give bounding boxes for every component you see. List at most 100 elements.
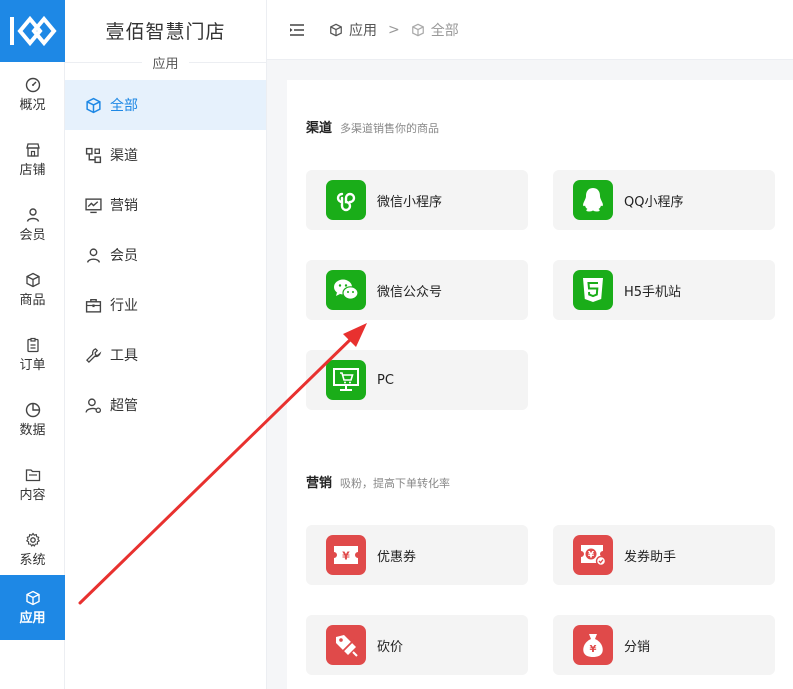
tile-h5-mobile-site[interactable]: H5手机站 (553, 260, 775, 320)
tile-label: 微信小程序 (377, 194, 443, 210)
panel-item-label: 全部 (110, 98, 138, 114)
tile-coupon-assistant[interactable]: ¥ 发券助手 (553, 525, 775, 585)
tile-wechat-mini-program[interactable]: 微信小程序 (306, 170, 528, 230)
tile-coupon[interactable]: ¥ 优惠券 (306, 525, 528, 585)
rail-item-data[interactable]: 数据 (0, 387, 65, 452)
panel-item-label: 超管 (110, 398, 138, 414)
rail-item-products[interactable]: 商品 (0, 257, 65, 322)
channel-icon (85, 147, 102, 163)
qq-icon (573, 180, 613, 220)
section-header-channel: 渠道 多渠道销售你的商品 (306, 117, 439, 136)
dashboard-icon (25, 77, 40, 92)
section-desc: 多渠道销售你的商品 (340, 122, 440, 135)
panel-item-label: 渠道 (110, 148, 138, 164)
panel-item-label: 行业 (110, 298, 138, 314)
coupon-send-icon: ¥ (573, 535, 613, 575)
primary-nav-rail: 概况 店铺 会员 商品 订单 数据 内容 系统 应用 (0, 0, 65, 689)
panel-item-all[interactable]: 全部 (65, 80, 266, 130)
admin-icon (85, 397, 102, 413)
pie-icon (25, 402, 40, 417)
rail-item-label: 店铺 (19, 162, 46, 178)
panel-item-members[interactable]: 会员 (65, 230, 266, 280)
tile-label: 优惠券 (377, 549, 417, 565)
panel-item-label: 会员 (110, 248, 138, 264)
tile-label: H5手机站 (624, 284, 682, 300)
bargain-icon (326, 625, 366, 665)
rail-item-label: 商品 (19, 292, 46, 308)
breadcrumb-root[interactable]: 应用 (349, 20, 377, 40)
panel-item-label: 工具 (110, 348, 138, 364)
secondary-nav-panel: 壹佰智慧门店 应用 全部 渠道 营销 会员 行业 工具 超管 (65, 0, 267, 689)
rail-item-store[interactable]: 店铺 (0, 127, 65, 192)
top-bar: 应用 > 全部 (267, 0, 793, 60)
app-logo[interactable] (0, 0, 65, 62)
panel-item-label: 营销 (110, 198, 138, 214)
breadcrumb: 应用 > 全部 (329, 20, 459, 40)
cube-icon (86, 97, 101, 113)
wechat-icon (326, 270, 366, 310)
tile-qq-mini-program[interactable]: QQ小程序 (553, 170, 775, 230)
rail-item-label: 订单 (19, 357, 46, 373)
tile-label: 发券助手 (624, 549, 677, 565)
rail-item-orders[interactable]: 订单 (0, 322, 65, 387)
panel-subtitle: 应用 (65, 44, 266, 80)
tile-label: 砍价 (377, 639, 404, 655)
tile-label: QQ小程序 (624, 194, 684, 210)
panel-item-marketing[interactable]: 营销 (65, 180, 266, 230)
tile-bargain[interactable]: 砍价 (306, 615, 528, 675)
gear-icon (25, 532, 40, 547)
html5-icon (573, 270, 613, 310)
coupon-icon: ¥ (326, 535, 366, 575)
rail-item-label: 系统 (19, 552, 46, 568)
tile-wechat-official-account[interactable]: 微信公众号 (306, 260, 528, 320)
svg-text:¥: ¥ (588, 551, 595, 561)
user-icon (86, 247, 101, 263)
panel-subtitle-text: 应用 (142, 52, 189, 72)
panel-item-tools[interactable]: 工具 (65, 330, 266, 380)
folder-icon (25, 468, 40, 481)
rail-item-overview[interactable]: 概况 (0, 62, 65, 127)
monitor-cart-icon (326, 360, 366, 400)
svg-text:¥: ¥ (342, 550, 350, 563)
rail-item-label: 概况 (19, 97, 46, 113)
svg-text:¥: ¥ (590, 644, 597, 655)
section-desc: 吸粉，提高下单转化率 (340, 477, 451, 490)
tile-distribution[interactable]: ¥ 分销 (553, 615, 775, 675)
tile-pc[interactable]: PC (306, 350, 528, 410)
breadcrumb-separator: > (388, 21, 400, 38)
cube-icon (25, 590, 40, 605)
tile-label: 分销 (624, 639, 651, 655)
rail-item-label: 会员 (19, 227, 46, 243)
breadcrumb-current: 全部 (430, 22, 459, 39)
briefcase-icon (85, 298, 102, 313)
rail-item-label: 应用 (19, 610, 46, 626)
user-icon (26, 207, 39, 222)
rail-item-system[interactable]: 系统 (0, 517, 65, 582)
rail-item-label: 内容 (19, 487, 46, 503)
wrench-icon (86, 347, 102, 363)
menu-toggle-icon[interactable] (289, 23, 305, 37)
cube-icon (411, 23, 424, 36)
money-bag-icon: ¥ (573, 625, 613, 665)
logo-icon (9, 15, 57, 47)
store-name: 壹佰智慧门店 (105, 21, 226, 43)
rail-item-label: 数据 (19, 422, 46, 438)
section-title: 营销 (306, 476, 333, 491)
app-catalog: 渠道 多渠道销售你的商品 微信小程序 QQ小程序 微信公众号 H5手机站 PC … (287, 80, 793, 689)
section-header-marketing: 营销 吸粉，提高下单转化率 (306, 472, 450, 491)
section-title: 渠道 (306, 121, 333, 136)
store-icon (25, 142, 40, 157)
clipboard-icon (26, 337, 39, 352)
tile-label: PC (377, 372, 394, 388)
panel-item-channel[interactable]: 渠道 (65, 130, 266, 180)
mini-program-icon (326, 180, 366, 220)
box-icon (25, 272, 40, 287)
rail-item-content[interactable]: 内容 (0, 452, 65, 517)
cube-icon (330, 23, 342, 36)
trend-icon (85, 197, 102, 213)
rail-item-apps[interactable]: 应用 (0, 575, 65, 640)
tile-label: 微信公众号 (377, 284, 443, 300)
panel-item-superadmin[interactable]: 超管 (65, 380, 266, 430)
panel-item-industry[interactable]: 行业 (65, 280, 266, 330)
rail-item-members[interactable]: 会员 (0, 192, 65, 257)
